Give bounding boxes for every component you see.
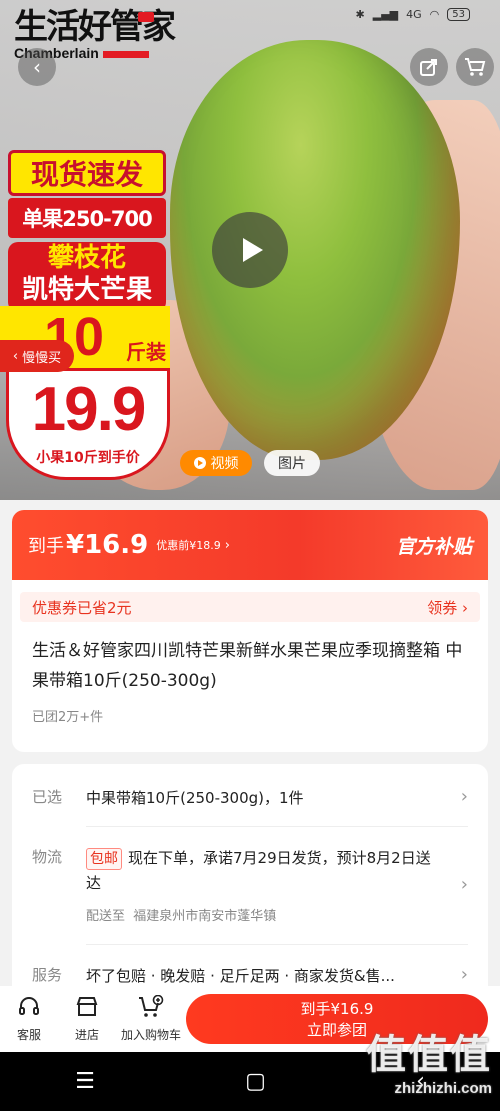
cart-plus-icon — [116, 994, 186, 1026]
media-tabs: 视频 图片 — [180, 450, 320, 476]
home-icon[interactable]: ▢ — [245, 1069, 266, 1094]
buy-price-label: 到手¥16.9 — [300, 1000, 374, 1018]
price-card: 到手 ¥16.9 优惠前¥18.9 › 官方补贴 优惠券已省2元 领券 › 生活… — [12, 510, 488, 752]
logo-red-bar — [102, 50, 149, 58]
tab-video-label: 视频 — [210, 456, 239, 472]
badge-in-stock: 现货速发 — [8, 150, 166, 196]
back-button[interactable]: ‹ — [18, 48, 56, 86]
product-title: 生活＆好管家四川凯特芒果新鲜水果芒果应季现摘整箱 中果带箱10斤(250-300… — [32, 641, 463, 691]
sold-count: 已团2万+件 — [32, 710, 104, 725]
logo-seal — [138, 12, 154, 22]
service-key: 服务 — [32, 966, 63, 984]
ship-to-address: 福建泉州市南安市蓬华镇 — [133, 909, 277, 924]
menu-icon[interactable]: ☰ — [75, 1069, 95, 1094]
watermark-en: zhizhizhi.com — [394, 1080, 493, 1097]
divider — [86, 826, 468, 827]
chevron-right-icon: › — [460, 874, 468, 895]
logistics-key: 物流 — [32, 848, 63, 866]
price-bar[interactable]: 到手 ¥16.9 优惠前¥18.9 › 官方补贴 — [12, 510, 488, 580]
ship-to-line: 配送至 福建泉州市南安市蓬华镇 — [86, 904, 438, 929]
signal-icon: ▂▄▆ — [372, 8, 399, 21]
badge-product-name: 攀枝花 凯特大芒果 — [8, 242, 166, 312]
product-page: ✱ ▂▄▆ 4G ◠ 53 生活好管家 Chamberlain ‹ 现货速发 单… — [0, 0, 500, 1111]
slow-buy-label: 慢慢买 — [22, 350, 62, 366]
coupon-get[interactable]: 领券 › — [427, 597, 468, 618]
selected-row[interactable]: 已选 中果带箱10斤(250-300g)，1件 › — [32, 786, 468, 816]
badge-fruit-size: 单果250-700 — [8, 198, 166, 238]
price-label: 到手 — [28, 536, 64, 557]
store-label: 进店 — [74, 1028, 99, 1042]
slow-buy-button[interactable]: ‹ 慢慢买 — [0, 340, 74, 372]
coupon-saved: 优惠券已省2元 — [32, 598, 132, 617]
tab-photo[interactable]: 图片 — [264, 450, 320, 476]
logistics-value: 现在下单，承诺7月29日发货，预计8月2日送达 — [86, 849, 431, 892]
battery-icon: 53 — [447, 8, 470, 21]
chevron-left-icon: ‹ — [33, 55, 41, 79]
video-play-icon — [193, 457, 206, 469]
network-label: 4G — [406, 8, 422, 21]
badge-price-value: 19.9 — [31, 375, 147, 444]
coupon-row[interactable]: 优惠券已省2元 领券 › — [20, 592, 480, 622]
store-button[interactable]: 进店 — [58, 995, 116, 1043]
chevron-right-icon: › — [462, 598, 468, 617]
badge-origin: 攀枝花 — [47, 243, 126, 273]
watermark-cn: 值值值 — [366, 1032, 492, 1078]
tab-video[interactable]: 视频 — [180, 450, 252, 476]
wifi-icon: ◠ — [429, 8, 440, 21]
chevron-right-icon: › — [460, 964, 468, 985]
customer-service-button[interactable]: 客服 — [0, 995, 58, 1043]
customer-service-label: 客服 — [16, 1028, 41, 1042]
ship-to-label: 配送至 — [86, 909, 126, 924]
price-before-discount[interactable]: 优惠前¥18.9 — [156, 537, 221, 553]
store-icon — [58, 995, 116, 1026]
badge-weight-unit: 斤装 — [126, 340, 166, 364]
price-number: 16.9 — [84, 530, 149, 560]
chevron-right-icon: › — [460, 786, 468, 807]
logistics-value-block: 包邮 现在下单，承诺7月29日发货，预计8月2日送达 配送至 福建泉州市南安市蓬华… — [86, 846, 438, 929]
badge-price: 19.9 小果10斤到手价 — [6, 368, 170, 480]
cart-icon — [465, 58, 486, 76]
play-video-button[interactable] — [212, 212, 288, 288]
selected-key: 已选 — [32, 788, 63, 806]
status-bar: ✱ ▂▄▆ 4G ◠ 53 — [356, 8, 470, 21]
official-subsidy-label: 官方补贴 — [395, 536, 472, 558]
chevron-right-icon: › — [224, 537, 230, 553]
price-currency: ¥ — [66, 530, 85, 560]
price-value: ¥16.9 — [66, 530, 148, 560]
add-to-cart-label: 加入购物车 — [120, 1028, 181, 1042]
details-card: 已选 中果带箱10斤(250-300g)，1件 › 物流 包邮 现在下单，承诺7月… — [12, 764, 488, 1004]
selected-value: 中果带箱10斤(250-300g)，1件 — [86, 789, 304, 807]
watermark: 值值值 zhizhizhi.com — [366, 1022, 492, 1097]
chevron-left-small-icon: ‹ — [12, 348, 19, 364]
bluetooth-icon: ✱ — [355, 8, 365, 21]
share-icon — [420, 59, 437, 76]
badge-variety: 凯特大芒果 — [21, 275, 152, 305]
free-shipping-tag: 包邮 — [86, 848, 122, 870]
coupon-get-label: 领券 — [427, 598, 458, 617]
play-icon — [243, 238, 263, 262]
product-hero-image[interactable]: ✱ ▂▄▆ 4G ◠ 53 生活好管家 Chamberlain ‹ 现货速发 单… — [0, 0, 500, 500]
logistics-row[interactable]: 物流 包邮 现在下单，承诺7月29日发货，预计8月2日送达 配送至 福建泉州市南安… — [32, 846, 468, 936]
headset-icon — [0, 995, 58, 1026]
share-button[interactable] — [410, 48, 448, 86]
add-to-cart-button[interactable]: 加入购物车 — [116, 994, 186, 1043]
cart-button[interactable] — [456, 48, 494, 86]
badge-price-note: 小果10斤到手价 — [36, 450, 140, 466]
divider — [86, 944, 468, 945]
